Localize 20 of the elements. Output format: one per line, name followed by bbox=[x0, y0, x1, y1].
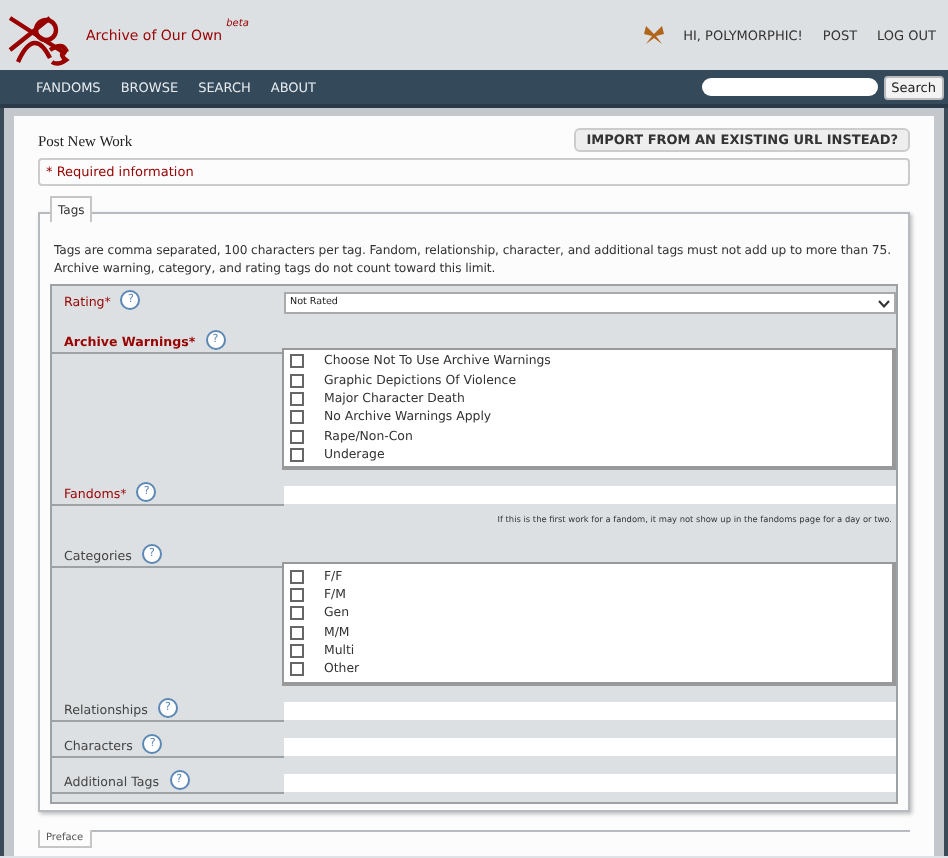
beta-label: beta bbox=[226, 17, 249, 29]
checkbox[interactable] bbox=[290, 606, 304, 621]
checkbox[interactable] bbox=[290, 391, 304, 406]
checkbox[interactable] bbox=[290, 373, 304, 388]
butterfly-icon[interactable] bbox=[643, 26, 664, 44]
checkbox[interactable] bbox=[290, 448, 304, 463]
checkbox[interactable] bbox=[290, 587, 304, 602]
checkbox[interactable] bbox=[290, 662, 304, 677]
tag-input-field[interactable] bbox=[284, 486, 896, 505]
tag-input-field[interactable] bbox=[284, 701, 896, 720]
tag-input-field[interactable] bbox=[284, 773, 896, 792]
tag-input-field[interactable] bbox=[284, 737, 896, 756]
checkbox[interactable] bbox=[290, 644, 304, 659]
checkbox[interactable] bbox=[290, 625, 304, 640]
search-field[interactable] bbox=[701, 78, 878, 96]
checkbox[interactable] bbox=[290, 354, 304, 369]
checkbox[interactable] bbox=[290, 410, 304, 425]
checkbox[interactable] bbox=[290, 569, 304, 584]
caret-icon bbox=[878, 299, 890, 307]
checkbox[interactable] bbox=[290, 429, 304, 444]
